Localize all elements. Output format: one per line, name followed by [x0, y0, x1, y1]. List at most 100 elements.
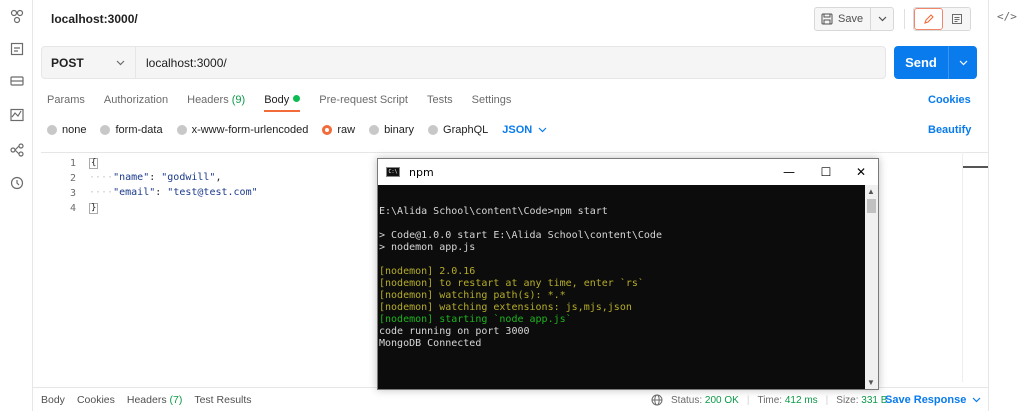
- open-brace: {: [89, 158, 99, 169]
- tab-pre-request-script[interactable]: Pre-request Script: [319, 94, 408, 112]
- send-button-group: Send: [894, 46, 977, 79]
- json-value: "godwill": [161, 172, 216, 183]
- body-type-label: none: [62, 124, 87, 136]
- right-sidebar: </>: [988, 0, 1024, 411]
- code-line: ····"name": "godwill",: [89, 172, 222, 183]
- response-tab-body[interactable]: Body: [41, 394, 65, 406]
- minimize-button[interactable]: —: [771, 159, 807, 185]
- left-sidebar: [0, 0, 33, 411]
- body-type-label: GraphQL: [443, 124, 489, 136]
- monitors-icon[interactable]: [9, 107, 25, 123]
- maximize-button[interactable]: ☐: [808, 159, 844, 185]
- close-button[interactable]: ✕: [843, 159, 879, 185]
- response-tabs: Body Cookies Headers (7) Test Results: [41, 394, 252, 406]
- save-button[interactable]: Save: [815, 8, 871, 30]
- edit-mode-button[interactable]: [914, 8, 943, 30]
- environments-icon[interactable]: [9, 73, 25, 89]
- body-type-label: binary: [384, 124, 415, 136]
- npm-console-window[interactable]: C:\ npm — ☐ ✕ E:\Alida School\content\Co…: [377, 158, 879, 390]
- scroll-up-icon[interactable]: ▲: [867, 187, 875, 196]
- header-divider: [904, 9, 905, 29]
- body-type-label: form-data: [115, 124, 163, 136]
- tab-authorization[interactable]: Authorization: [104, 94, 168, 112]
- tab-tests[interactable]: Tests: [427, 94, 453, 112]
- body-type-label: raw: [337, 124, 356, 136]
- url-bar: POST: [41, 46, 886, 79]
- send-button[interactable]: Send: [894, 46, 949, 79]
- stat-divider: |: [746, 394, 750, 406]
- body-indicator-dot: [293, 95, 301, 102]
- code-line: {: [89, 157, 99, 169]
- stat-label: Status:: [671, 394, 703, 406]
- stat-label: Size:: [836, 394, 859, 406]
- chevron-down-icon: [116, 60, 125, 65]
- console-scrollbar[interactable]: ▲ ▼: [865, 185, 878, 389]
- size-stat[interactable]: Size: 331 B: [836, 395, 887, 406]
- body-type-none[interactable]: none: [47, 124, 86, 136]
- method-select[interactable]: POST: [42, 47, 136, 78]
- console-line: [nodemon] watching path(s): *.*: [379, 290, 566, 301]
- collections-icon[interactable]: [9, 9, 25, 25]
- save-response-label: Save Response: [885, 394, 967, 406]
- body-type-options: none form-data x-www-form-urlencoded raw…: [47, 124, 547, 136]
- console-line: code running on port 3000: [379, 326, 530, 337]
- url-input[interactable]: [136, 47, 885, 78]
- body-type-graphql[interactable]: GraphQL: [428, 124, 488, 136]
- tab-settings[interactable]: Settings: [472, 94, 512, 112]
- console-line: MongoDB Connected: [379, 338, 482, 349]
- time-stat[interactable]: Time: 412 ms: [757, 395, 817, 406]
- format-label: JSON: [502, 124, 533, 136]
- response-tab-cookies[interactable]: Cookies: [77, 394, 115, 406]
- radio-icon: [369, 125, 380, 135]
- body-type-urlencoded[interactable]: x-www-form-urlencoded: [176, 124, 308, 136]
- code-line: ····"email": "test@test.com": [89, 187, 258, 198]
- globe-icon[interactable]: [651, 394, 663, 406]
- save-options-button[interactable]: [871, 8, 893, 30]
- body-type-raw[interactable]: raw: [322, 124, 355, 136]
- tab-label: Params: [47, 94, 85, 106]
- stat-value: 200 OK: [704, 394, 739, 406]
- tab-label: Pre-request Script: [319, 94, 408, 106]
- console-output[interactable]: E:\Alida School\content\Code>npm start > …: [378, 185, 865, 389]
- documentation-mode-button[interactable]: [943, 8, 970, 30]
- save-response-button[interactable]: Save Response: [885, 394, 981, 406]
- history-icon[interactable]: [9, 175, 25, 191]
- json-key: "email": [113, 187, 156, 198]
- format-select[interactable]: JSON: [502, 124, 547, 136]
- cookies-link[interactable]: Cookies: [928, 94, 971, 106]
- stat-divider: |: [825, 394, 829, 406]
- flows-icon[interactable]: [9, 142, 25, 158]
- console-line: [nodemon] watching extensions: js,mjs,js…: [379, 302, 632, 313]
- console-line: > Code@1.0.0 start E:\Alida School\conte…: [379, 230, 662, 241]
- tab-label: Tests: [426, 94, 453, 106]
- editor-scrollbar[interactable]: [962, 152, 988, 382]
- tab-headers[interactable]: Headers (9): [187, 94, 245, 112]
- tab-params[interactable]: Params: [47, 94, 85, 112]
- tab-label: Headers: [126, 394, 167, 406]
- apis-icon[interactable]: [9, 41, 25, 57]
- beautify-link[interactable]: Beautify: [928, 124, 971, 136]
- body-type-form-data[interactable]: form-data: [100, 124, 163, 136]
- scroll-thumb[interactable]: [867, 199, 876, 213]
- tab-body[interactable]: Body: [264, 94, 301, 112]
- headers-count: (7): [169, 394, 183, 406]
- request-title[interactable]: localhost:3000/: [51, 12, 138, 26]
- json-key: "name": [113, 172, 150, 183]
- line-number: 1: [69, 158, 76, 169]
- mode-toggle: [913, 7, 971, 31]
- response-tab-test-results[interactable]: Test Results: [194, 394, 251, 406]
- body-type-binary[interactable]: binary: [369, 124, 414, 136]
- response-tab-headers[interactable]: Headers (7): [127, 394, 182, 406]
- console-line: [nodemon] to restart at any time, enter …: [379, 278, 644, 289]
- send-options-button[interactable]: [949, 46, 977, 79]
- console-title-bar[interactable]: C:\ npm — ☐ ✕: [378, 159, 878, 185]
- status-stat[interactable]: Status: 200 OK: [671, 395, 739, 406]
- save-icon: [821, 13, 833, 25]
- line-number: 4: [69, 203, 76, 214]
- scroll-down-icon[interactable]: ▼: [867, 378, 875, 387]
- console-line: E:\Alida School\content\Code>npm start: [379, 206, 608, 217]
- code-snippet-icon[interactable]: </>: [997, 10, 1017, 23]
